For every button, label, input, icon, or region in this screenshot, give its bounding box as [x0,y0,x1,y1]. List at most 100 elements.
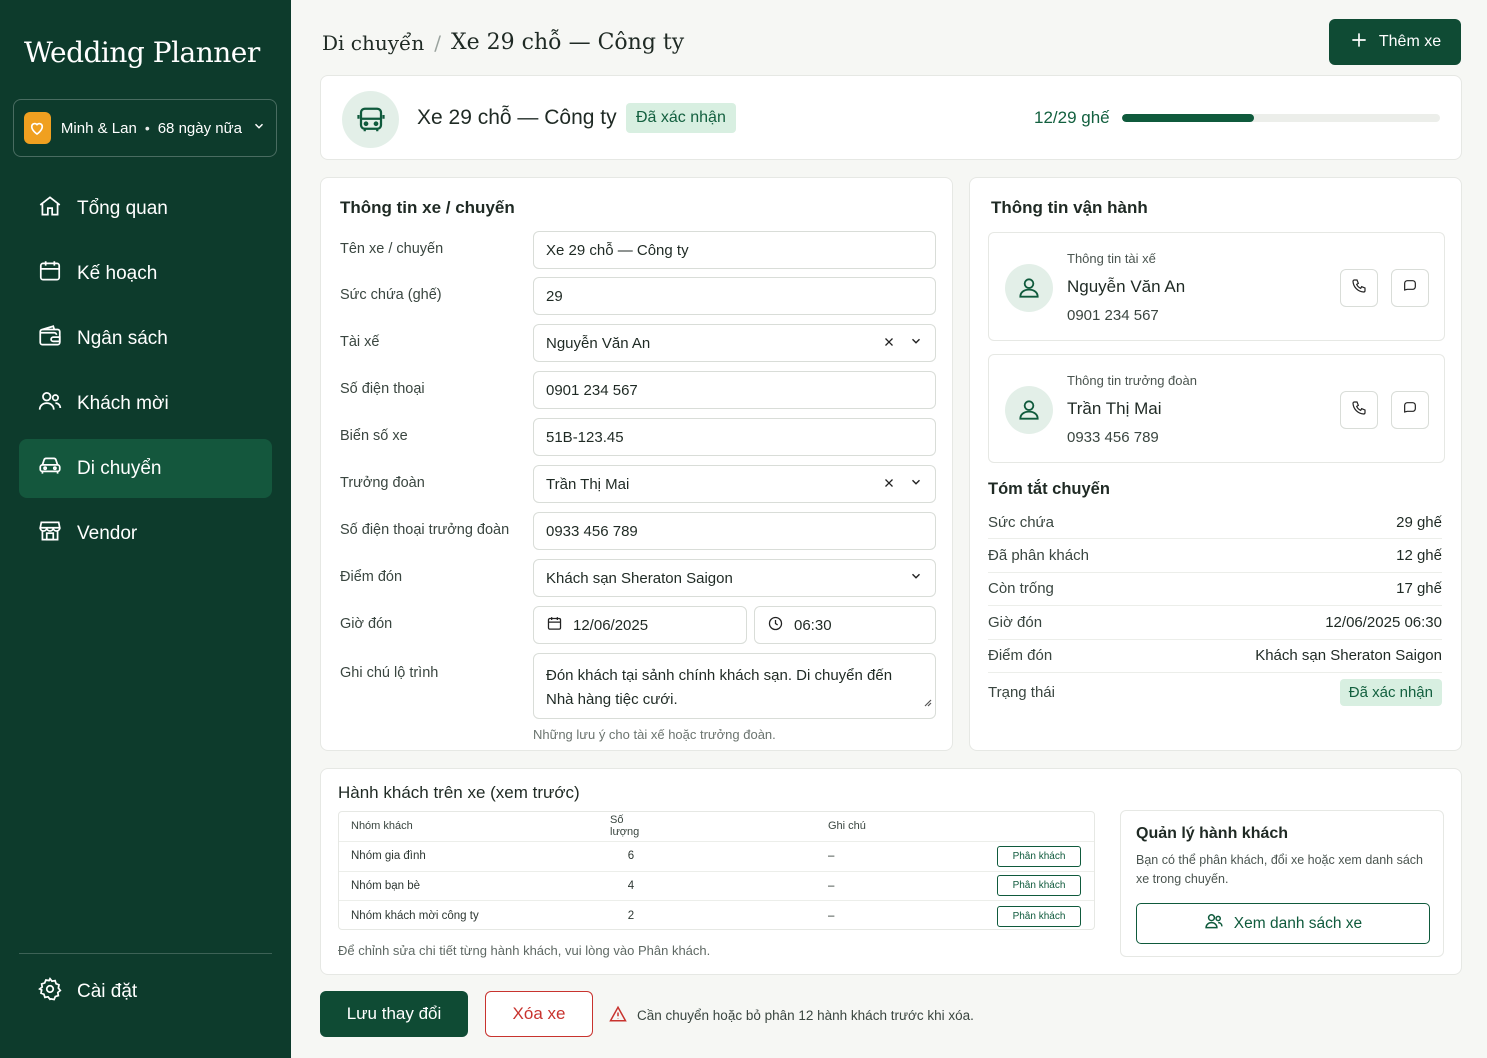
brand-logo: Wedding Planner [24,36,260,69]
breadcrumb-parent[interactable]: Di chuyển [322,31,424,55]
users-icon [37,388,63,420]
summary-label: Còn trống [988,580,1054,598]
save-button[interactable]: Lưu thay đổi [320,991,468,1037]
chevron-down-icon [252,119,266,138]
field-label: Tên xe / chuyến [340,241,444,257]
route-note-textarea[interactable]: Đón khách tại sảnh chính khách sạn. Di c… [533,653,936,719]
plate-input[interactable]: 51B-123.45 [533,418,936,456]
assign-guests-button[interactable]: Phân khách [997,875,1081,897]
phone-icon [1351,400,1367,421]
field-label: Biển số xe [340,428,408,444]
nav-item-overview[interactable]: Tổng quan [19,179,272,238]
vehicle-name-input[interactable]: Xe 29 chỗ — Công ty [533,231,936,269]
operation-info: Thông tin vận hành Thông tin tài xế Nguy… [969,177,1462,751]
nav-item-settings[interactable]: Cài đặt [19,962,272,1021]
clear-icon[interactable] [883,335,895,352]
vehicle-summary-bar: Xe 29 chỗ — Công ty Đã xác nhận 12/29 gh… [320,75,1462,160]
driver-phone: 0901 234 567 [1067,307,1159,324]
field-label: Ghi chú lộ trình [340,665,439,681]
capacity-input[interactable]: 29 [533,277,936,315]
seat-progress-fill [1122,114,1254,122]
message-driver-button[interactable] [1391,269,1429,307]
summary-label: Đã phân khách [988,547,1089,565]
assign-guests-button[interactable]: Phân khách [997,845,1081,867]
summary-row-status: Trạng thái Đã xác nhận [988,673,1442,713]
resize-handle-icon[interactable] [922,691,932,715]
group-note: – [828,850,835,863]
column-header: Ghi chú [828,820,866,833]
delete-warning: Cần chuyển hoặc bỏ phân 12 hành khách tr… [609,1005,974,1026]
message-leader-button[interactable] [1391,391,1429,429]
status-badge: Đã xác nhận [1339,679,1442,707]
summary-label: Giờ đón [988,613,1043,631]
table-row: Nhóm khách mời công ty 2 – Phân khách [339,901,1094,931]
nav-item-plan[interactable]: Kế hoạch [19,244,272,303]
chat-icon [1402,400,1418,421]
leader-phone: 0933 456 789 [1067,429,1159,446]
date-value: 12/06/2025 [573,616,649,634]
phone-icon [1351,278,1367,299]
leader-phone-input[interactable]: 0933 456 789 [533,512,936,550]
home-icon [37,193,63,225]
manage-description: Bạn có thể phân khách, đổi xe hoặc xem d… [1136,853,1423,886]
nav-item-budget[interactable]: Ngân sách [19,309,272,368]
column-header: Số lượng [610,814,640,839]
user-icon [1005,264,1053,312]
nav-item-vendor[interactable]: Vendor [19,504,272,563]
driver-card: Thông tin tài xế Nguyễn Văn An 0901 234 … [988,232,1445,341]
clear-icon[interactable] [883,476,895,493]
delete-vehicle-button[interactable]: Xóa xe [485,991,593,1037]
field-label: Số điện thoại [340,381,425,397]
group-count: 2 [627,910,635,923]
pickup-date-input[interactable]: 12/06/2025 [533,606,747,644]
gear-icon [37,976,63,1008]
pickup-point-select[interactable]: Khách sạn Sheraton Saigon [533,559,936,597]
group-note: – [828,879,835,892]
call-leader-button[interactable] [1340,391,1378,429]
table-header: Nhóm khách Số lượng Ghi chú [339,812,1094,842]
calendar-icon [546,615,563,636]
field-label: Sức chứa (ghế) [340,287,442,303]
heart-icon [24,112,51,144]
call-driver-button[interactable] [1340,269,1378,307]
column-header: Nhóm khách [351,820,413,833]
driver-phone-input[interactable]: 0901 234 567 [533,371,936,409]
couple-selector[interactable]: Minh & Lan • 68 ngày nữa [13,99,277,157]
nav-item-guests[interactable]: Khách mời [19,374,272,433]
chevron-down-icon[interactable] [909,569,923,587]
leader-role: Thông tin trưởng đoàn [1067,373,1197,388]
group-name: Nhóm khách mời công ty [351,910,479,923]
add-vehicle-button[interactable]: Thêm xe [1329,19,1461,65]
nav-item-transport[interactable]: Di chuyển [19,439,272,498]
users-icon [1204,911,1224,936]
manage-title: Quản lý hành khách [1136,825,1289,842]
vehicle-info-form: Thông tin xe / chuyến Tên xe / chuyến Xe… [320,177,953,751]
chevron-down-icon[interactable] [909,334,923,352]
driver-select[interactable]: Nguyễn Văn An [533,324,936,362]
leader-select[interactable]: Trần Thị Mai [533,465,936,503]
trip-summary: Sức chứa 29 ghế Đã phân khách 12 ghế Còn t… [988,506,1442,713]
select-value: Nguyễn Văn An [546,334,651,352]
pickup-time-input[interactable]: 06:30 [754,606,936,644]
breadcrumb: Di chuyển / Xe 29 chỗ — Công ty [322,30,684,55]
view-vehicle-list-button[interactable]: Xem danh sách xe [1136,903,1430,944]
summary-row: Đã phân khách 12 ghế [988,539,1442,573]
main-nav: Tổng quan Kế hoạch Ngân sách Khách mời D… [19,179,272,569]
nav-label: Khách mời [77,392,169,414]
input-value: 51B-123.45 [546,428,624,446]
sidebar: Wedding Planner Minh & Lan • 68 ngày nữa… [0,0,291,1058]
vehicle-title: Xe 29 chỗ — Công ty [417,106,617,129]
input-value: Xe 29 chỗ — Công ty [546,241,689,259]
chevron-down-icon[interactable] [909,475,923,493]
operation-title: Thông tin vận hành [991,198,1148,217]
table-row: Nhóm gia đình 6 – Phân khách [339,842,1094,872]
select-value: Khách sạn Sheraton Saigon [546,569,733,587]
warning-icon [609,1005,627,1026]
passengers-title: Hành khách trên xe (xem trước) [338,783,580,802]
summary-row: Điểm đón Khách sạn Sheraton Saigon [988,640,1442,673]
store-icon [37,518,63,550]
leader-card: Thông tin trưởng đoàn Trần Thị Mai 0933 … [988,354,1445,463]
nav-label: Tổng quan [77,197,168,219]
assign-guests-button[interactable]: Phân khách [997,905,1081,927]
group-note: – [828,910,835,923]
